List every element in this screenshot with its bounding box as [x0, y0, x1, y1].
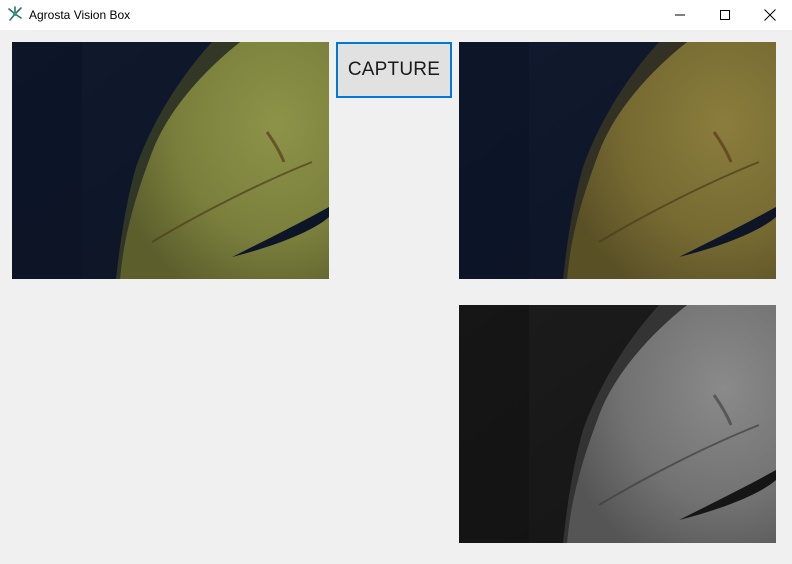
title-bar[interactable]: Agrosta Vision Box: [0, 0, 792, 30]
app-window: Agrosta Vision Box CAPTURE: [0, 0, 792, 564]
close-icon: [764, 9, 776, 21]
minimize-button[interactable]: [657, 0, 703, 30]
maximize-button[interactable]: [702, 0, 748, 30]
minimize-icon: [675, 10, 685, 20]
window-title: Agrosta Vision Box: [29, 8, 131, 22]
maximize-icon: [720, 10, 730, 20]
live-camera-feed: [12, 42, 329, 279]
captured-color-frame: [459, 42, 776, 279]
agrosta-leaf-icon: [7, 6, 23, 22]
close-button[interactable]: [747, 0, 792, 30]
captured-grayscale-frame: [459, 305, 776, 543]
client-area: CAPTURE: [0, 30, 792, 564]
capture-button[interactable]: CAPTURE: [336, 42, 452, 98]
